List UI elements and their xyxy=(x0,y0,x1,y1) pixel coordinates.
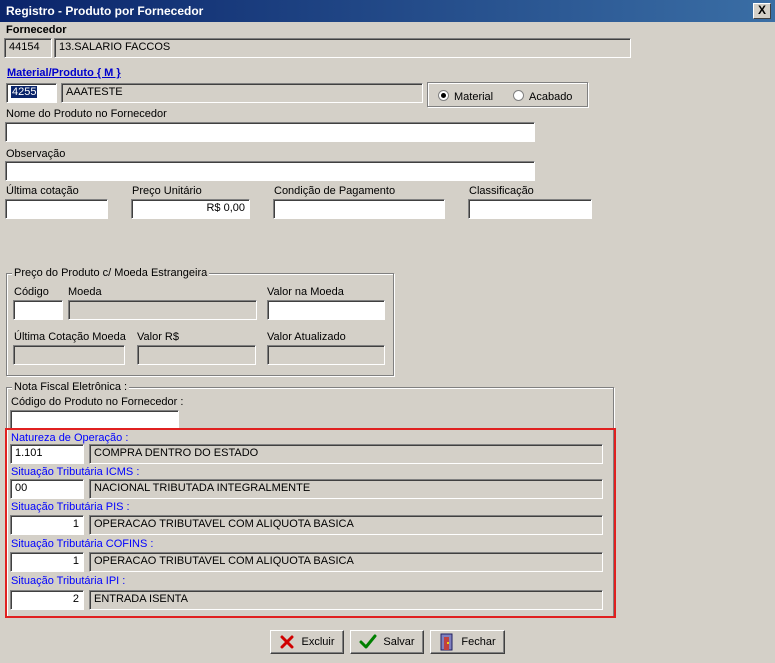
ipi-desc-field: ENTRADA ISENTA xyxy=(89,590,603,610)
ultima-cotacao-moeda-label: Última Cotação Moeda xyxy=(14,331,126,343)
title-bar: Registro - Produto por Fornecedor X xyxy=(0,0,775,22)
nome-produto-input[interactable] xyxy=(5,122,535,142)
material-name-field: AAATESTE xyxy=(61,83,423,103)
material-link-label[interactable]: Material/Produto { M } xyxy=(7,67,121,79)
classificacao-label: Classificação xyxy=(469,185,534,197)
cofins-label: Situação Tributária COFINS : xyxy=(11,538,154,550)
classificacao-input[interactable] xyxy=(468,199,592,219)
moeda-codigo-label: Código xyxy=(14,286,49,298)
pis-label: Situação Tributária PIS : xyxy=(11,501,130,513)
natureza-code-input[interactable]: 1.101 xyxy=(10,444,84,464)
cofins-desc-field: OPERACAO TRIBUTAVEL COM ALIQUOTA BASICA xyxy=(89,552,603,572)
valor-rs-label: Valor R$ xyxy=(137,331,179,343)
ultima-cotacao-label: Última cotação xyxy=(6,185,79,197)
preco-unitario-label: Preço Unitário xyxy=(132,185,202,197)
window-title: Registro - Produto por Fornecedor xyxy=(6,4,204,18)
fornecedor-name-field: 13.SALARIO FACCOS xyxy=(54,38,631,58)
observacao-label: Observação xyxy=(6,148,66,160)
fornecedor-label: Fornecedor xyxy=(6,24,67,36)
ultima-cotacao-input[interactable] xyxy=(5,199,108,219)
valor-atualizado-label: Valor Atualizado xyxy=(267,331,346,343)
condicao-pagamento-label: Condição de Pagamento xyxy=(274,185,396,197)
fechar-button[interactable]: Fechar xyxy=(430,630,505,654)
valor-rs-field xyxy=(137,345,256,365)
moeda-codigo-input[interactable] xyxy=(13,300,63,320)
natureza-label: Natureza de Operação : xyxy=(11,432,129,444)
nfe-legend: Nota Fiscal Eletrônica : xyxy=(12,381,130,393)
radio-acabado-label: Acabado xyxy=(529,91,573,103)
salvar-label: Salvar xyxy=(383,636,415,648)
preco-unitario-input[interactable]: R$ 0,00 xyxy=(131,199,250,219)
nome-produto-label: Nome do Produto no Fornecedor xyxy=(6,108,167,120)
condicao-pagamento-input[interactable] xyxy=(273,199,445,219)
material-code-value: 4255 xyxy=(11,86,38,98)
salvar-button[interactable]: Salvar xyxy=(350,630,424,654)
fechar-label: Fechar xyxy=(461,636,496,648)
red-x-icon xyxy=(279,634,295,650)
icms-label: Situação Tributária ICMS : xyxy=(11,466,140,478)
moeda-field xyxy=(68,300,257,320)
valor-moeda-label: Valor na Moeda xyxy=(267,286,344,298)
excluir-button[interactable]: Excluir xyxy=(270,630,344,654)
excluir-label: Excluir xyxy=(301,636,335,648)
valor-moeda-input[interactable] xyxy=(267,300,385,320)
radio-acabado[interactable] xyxy=(513,90,524,101)
natureza-desc-field: COMPRA DENTRO DO ESTADO xyxy=(89,444,603,464)
radio-material-label: Material xyxy=(454,91,494,103)
door-exit-icon xyxy=(439,633,455,651)
icms-desc-field: NACIONAL TRIBUTADA INTEGRALMENTE xyxy=(89,479,603,499)
material-code-field[interactable]: 4255 xyxy=(6,83,57,103)
moeda-label: Moeda xyxy=(68,286,102,298)
ultima-cotacao-moeda-field xyxy=(13,345,125,365)
ipi-label: Situação Tributária IPI : xyxy=(11,575,126,587)
material-type-radio-group: Material Acabado xyxy=(427,82,588,107)
cofins-code-input[interactable]: 1 xyxy=(10,552,84,572)
green-check-icon xyxy=(359,634,377,650)
close-button[interactable]: X xyxy=(753,3,771,19)
valor-atualizado-field xyxy=(267,345,385,365)
icms-code-input[interactable]: 00 xyxy=(10,479,84,499)
pis-code-input[interactable]: 1 xyxy=(10,515,84,535)
radio-material[interactable] xyxy=(438,90,449,101)
fornecedor-code-field: 44154 xyxy=(4,38,52,58)
ipi-code-input[interactable]: 2 xyxy=(10,590,84,610)
codigo-fornecedor-label: Código do Produto no Fornecedor : xyxy=(11,396,184,408)
observacao-input[interactable] xyxy=(5,161,535,181)
codigo-fornecedor-input[interactable] xyxy=(10,410,179,430)
moeda-estrangeira-legend: Preço do Produto c/ Moeda Estrangeira xyxy=(12,267,210,279)
pis-desc-field: OPERACAO TRIBUTAVEL COM ALIQUOTA BASICA xyxy=(89,515,603,535)
